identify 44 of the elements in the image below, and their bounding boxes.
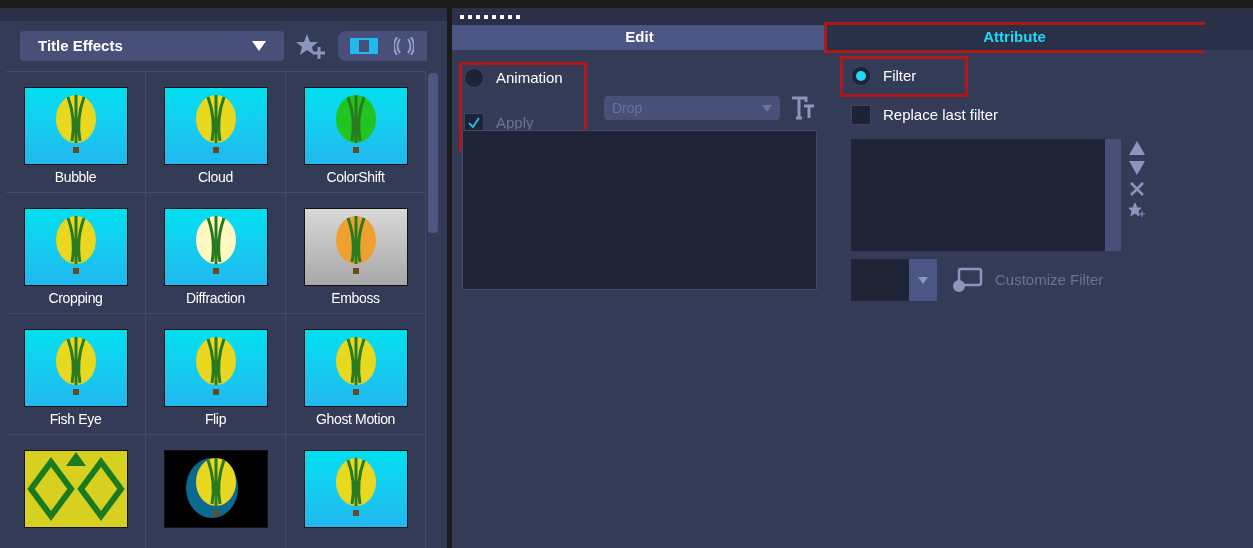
caret-icon	[918, 276, 928, 284]
move-up-icon[interactable]	[1129, 141, 1145, 155]
move-down-icon[interactable]	[1129, 161, 1145, 175]
filter-list[interactable]	[851, 139, 1121, 251]
view-toggle[interactable]	[338, 31, 427, 61]
effect-label: ColorShift	[326, 168, 385, 187]
effect-label: Emboss	[331, 289, 380, 308]
tab[interactable]: Attribute	[827, 25, 1202, 50]
gear-screen-icon	[951, 267, 983, 293]
star-add-icon[interactable]	[296, 33, 326, 59]
effect-tile[interactable]: ColorShift	[286, 72, 426, 193]
effect-tile[interactable]: Cloud	[146, 72, 286, 193]
caret-icon	[252, 41, 266, 51]
star-add-icon[interactable]	[1129, 203, 1145, 217]
checkbox[interactable]	[851, 104, 871, 125]
scrollbar[interactable]	[1105, 139, 1121, 251]
category-dropdown[interactable]: Title Effects	[20, 31, 284, 61]
effect-tile[interactable]: Fish Eye	[6, 314, 146, 435]
effect-label: Cropping	[48, 289, 103, 308]
effect-label: Flip	[204, 410, 227, 429]
filter-label[interactable]: Filter	[883, 65, 917, 88]
effect-label: Cloud	[198, 168, 233, 187]
caret-icon	[762, 104, 772, 112]
tab[interactable]: Edit	[452, 25, 827, 50]
audio-waves-icon[interactable]	[394, 37, 414, 55]
film-icon[interactable]	[350, 38, 378, 54]
close-icon[interactable]	[1129, 181, 1145, 197]
effect-tile[interactable]: Emboss	[286, 193, 426, 314]
radio-button[interactable]	[464, 68, 484, 89]
effect-tile[interactable]: Cropping	[6, 193, 146, 314]
dropdown-arrow-button[interactable]	[909, 259, 937, 301]
text-format-icon[interactable]	[790, 96, 816, 120]
radio-button[interactable]	[851, 66, 871, 87]
effect-label: Ghost Motion	[315, 410, 396, 429]
replace-filter-label[interactable]: Replace last filter	[883, 103, 999, 126]
effect-label: Bubble	[54, 168, 97, 187]
effect-tile[interactable]: Ghost Motion	[286, 314, 426, 435]
effect-label: Diffraction	[186, 289, 245, 308]
animation-label[interactable]: Animation	[496, 67, 563, 90]
scrollbar[interactable]	[428, 73, 438, 233]
effect-tile[interactable]: Diffraction	[146, 193, 286, 314]
effect-label: Fish Eye	[49, 410, 102, 429]
effect-tile[interactable]: Bubble	[6, 72, 146, 193]
effect-tile[interactable]: Flip	[146, 314, 286, 435]
